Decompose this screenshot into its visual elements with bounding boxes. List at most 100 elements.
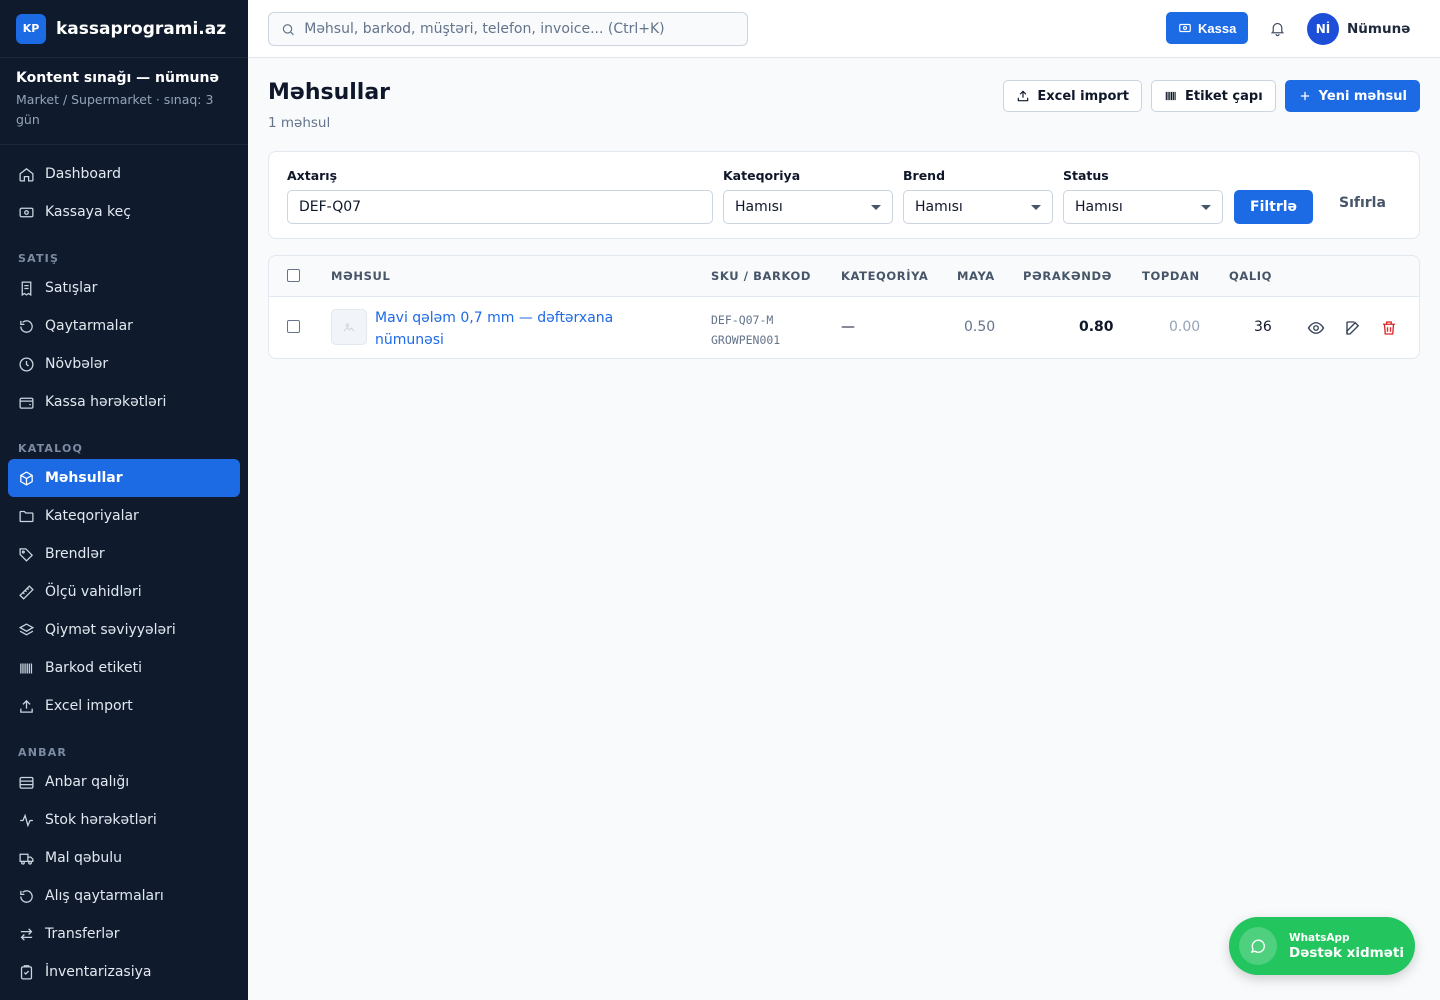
- table-header: MƏHSUL SKU / BARKOD KATEQORİYA MAYA PƏRA…: [269, 256, 1419, 297]
- global-search[interactable]: [268, 12, 748, 46]
- user-name: Nümunə: [1347, 21, 1411, 37]
- sidebar-item-label: Dashboard: [45, 166, 121, 182]
- sidebar-item-label: Brendlər: [45, 546, 105, 562]
- stock-cell: 36: [1254, 319, 1272, 335]
- sidebar-item-sales[interactable]: Satışlar: [8, 269, 240, 307]
- page-actions: Excel import Etiket çapı Yeni məhsul: [1003, 80, 1420, 112]
- search-filter-value: DEF-Q07: [299, 199, 362, 215]
- search-filter-label: Axtarış: [287, 168, 338, 183]
- sidebar-item-kassa[interactable]: Kassaya keç: [8, 193, 240, 231]
- new-product-button[interactable]: Yeni məhsul: [1284, 80, 1420, 112]
- delete-icon[interactable]: [1380, 319, 1398, 337]
- sidebar-item-barcode-label[interactable]: Barkod etiketi: [8, 649, 240, 687]
- sidebar-item-purchase-returns[interactable]: Alış qaytarmaları: [8, 877, 240, 915]
- sidebar-item-brands[interactable]: Brendlər: [8, 535, 240, 573]
- sidebar-item-label: İnventarizasiya: [45, 964, 152, 980]
- select-all-checkbox[interactable]: [287, 269, 300, 282]
- whatsapp-support-button[interactable]: WhatsApp Dəstək xidməti: [1229, 917, 1415, 975]
- support-label: Dəstək xidməti: [1289, 944, 1404, 961]
- sidebar-section-title: SATIŞ: [18, 252, 60, 265]
- barcode-value: GROWPEN001: [711, 333, 781, 347]
- upload-icon: [1018, 90, 1029, 102]
- sidebar-item-label: Məhsullar: [45, 470, 123, 486]
- brand-select-value: Hamısı: [915, 199, 963, 215]
- transfer-icon: [20, 927, 33, 941]
- excel-import-button[interactable]: Excel import: [1003, 80, 1142, 112]
- products-table: MƏHSUL SKU / BARKOD KATEQORİYA MAYA PƏRA…: [268, 255, 1420, 359]
- sidebar-item-label: Satışlar: [45, 280, 98, 296]
- sidebar-item-shifts[interactable]: Növbələr: [8, 345, 240, 383]
- sku-barcode: DEF-Q07-M GROWPEN001: [711, 310, 780, 350]
- kassa-button-label: Kassa: [1198, 20, 1237, 36]
- tenant-subtitle: Market / Supermarket · sınaq: 3 gün: [16, 92, 214, 127]
- column-header-stock: QALIQ: [1229, 269, 1273, 283]
- excel-import-label: Excel import: [1037, 88, 1129, 104]
- sidebar-item-dashboard[interactable]: Dashboard: [8, 155, 240, 193]
- sidebar-item-label: Excel import: [45, 698, 133, 714]
- sidebar-item-inventory[interactable]: İnventarizasiya: [8, 953, 240, 991]
- search-input[interactable]: [304, 21, 735, 37]
- cash-icon: [19, 207, 34, 217]
- sidebar-item-price-levels[interactable]: Qiymət səviyyələri: [8, 611, 240, 649]
- brand-logo: KP: [16, 13, 46, 44]
- brand-select[interactable]: Hamısı: [903, 190, 1053, 224]
- table-row[interactable]: Mavi qələm 0,7 mm — dəftərxana nümunəsi …: [269, 297, 1419, 358]
- status-filter-label: Status: [1063, 168, 1109, 183]
- sidebar-item-excel-import[interactable]: Excel import: [8, 687, 240, 725]
- undo-icon: [20, 889, 33, 903]
- sidebar-item-stock-balance[interactable]: Anbar qalığı: [8, 763, 240, 801]
- layers-icon: [18, 622, 35, 635]
- sidebar-item-label: Kateqoriyalar: [45, 508, 139, 524]
- box-icon: [20, 470, 33, 486]
- sidebar-item-products[interactable]: Məhsullar: [8, 459, 240, 497]
- sidebar-item-returns[interactable]: Qaytarmalar: [8, 307, 240, 345]
- sidebar-item-label: Transferlər: [45, 926, 120, 942]
- sidebar-item-label: Stok hərəkətləri: [45, 812, 157, 828]
- user-menu[interactable]: Nİ Nümunə: [1307, 13, 1410, 45]
- column-header-cost: MAYA: [957, 269, 995, 283]
- product-name-link[interactable]: Mavi qələm 0,7 mm — dəftərxana nümunəsi: [375, 307, 655, 351]
- page-title: Məhsullar: [268, 80, 391, 105]
- clipboard-icon: [20, 964, 33, 980]
- sidebar-item-transfers[interactable]: Transferlər: [8, 915, 240, 953]
- column-header-category: KATEQORİYA: [841, 269, 929, 283]
- bell-icon[interactable]: [1269, 20, 1286, 37]
- status-select-value: Hamısı: [1075, 199, 1123, 215]
- whatsapp-text: WhatsApp Dəstək xidməti: [1289, 932, 1404, 961]
- search-filter-input[interactable]: DEF-Q07: [287, 190, 713, 224]
- home-icon: [19, 167, 34, 182]
- status-select[interactable]: Hamısı: [1063, 190, 1223, 224]
- clock-icon: [19, 356, 34, 372]
- barcode-icon: [20, 663, 33, 673]
- row-checkbox[interactable]: [287, 320, 300, 333]
- sidebar-item-label: Qaytarmalar: [45, 318, 133, 334]
- reset-button[interactable]: Sıfırla: [1339, 195, 1386, 211]
- sidebar-item-cash-movements[interactable]: Kassa hərəkətləri: [8, 383, 240, 421]
- sidebar-item-label: Barkod etiketi: [45, 660, 143, 676]
- sidebar: KP kassaprogrami.az Kontent sınağı — nüm…: [0, 0, 248, 1000]
- view-icon[interactable]: [1307, 319, 1325, 337]
- brand[interactable]: KP kassaprogrami.az: [0, 0, 248, 58]
- kassa-button[interactable]: Kassa: [1166, 12, 1249, 44]
- edit-icon[interactable]: [1344, 319, 1362, 337]
- sidebar-item-goods-receipt[interactable]: Mal qəbulu: [8, 839, 240, 877]
- wallet-icon: [19, 397, 34, 409]
- sku-value: DEF-Q07-M: [711, 313, 774, 327]
- sidebar-item-categories[interactable]: Kateqoriyalar: [8, 497, 240, 535]
- label-print-button[interactable]: Etiket çapı: [1151, 80, 1276, 112]
- sidebar-item-units[interactable]: Ölçü vahidləri: [8, 573, 240, 611]
- category-select[interactable]: Hamısı: [723, 190, 893, 224]
- avatar: Nİ: [1307, 13, 1339, 45]
- whatsapp-label: WhatsApp: [1289, 931, 1350, 944]
- sidebar-item-label: Ölçü vahidləri: [45, 584, 142, 600]
- brand-filter-label: Brend: [903, 168, 946, 183]
- tenant-info: Kontent sınağı — nümunə Market / Superma…: [0, 58, 248, 145]
- plus-icon: [1300, 91, 1309, 101]
- filter-button[interactable]: Filtrlə: [1234, 190, 1314, 224]
- sidebar-item-label: Mal qəbulu: [45, 850, 123, 866]
- filter-panel: Axtarış DEF-Q07 Kateqoriya Hamısı Brend …: [268, 151, 1420, 239]
- topbar: Kassa Nİ Nümunə: [248, 0, 1440, 58]
- sidebar-item-stock-movements[interactable]: Stok hərəkətləri: [8, 801, 240, 839]
- category-filter-label: Kateqoriya: [723, 168, 801, 183]
- sidebar-item-label: Alış qaytarmaları: [45, 888, 164, 904]
